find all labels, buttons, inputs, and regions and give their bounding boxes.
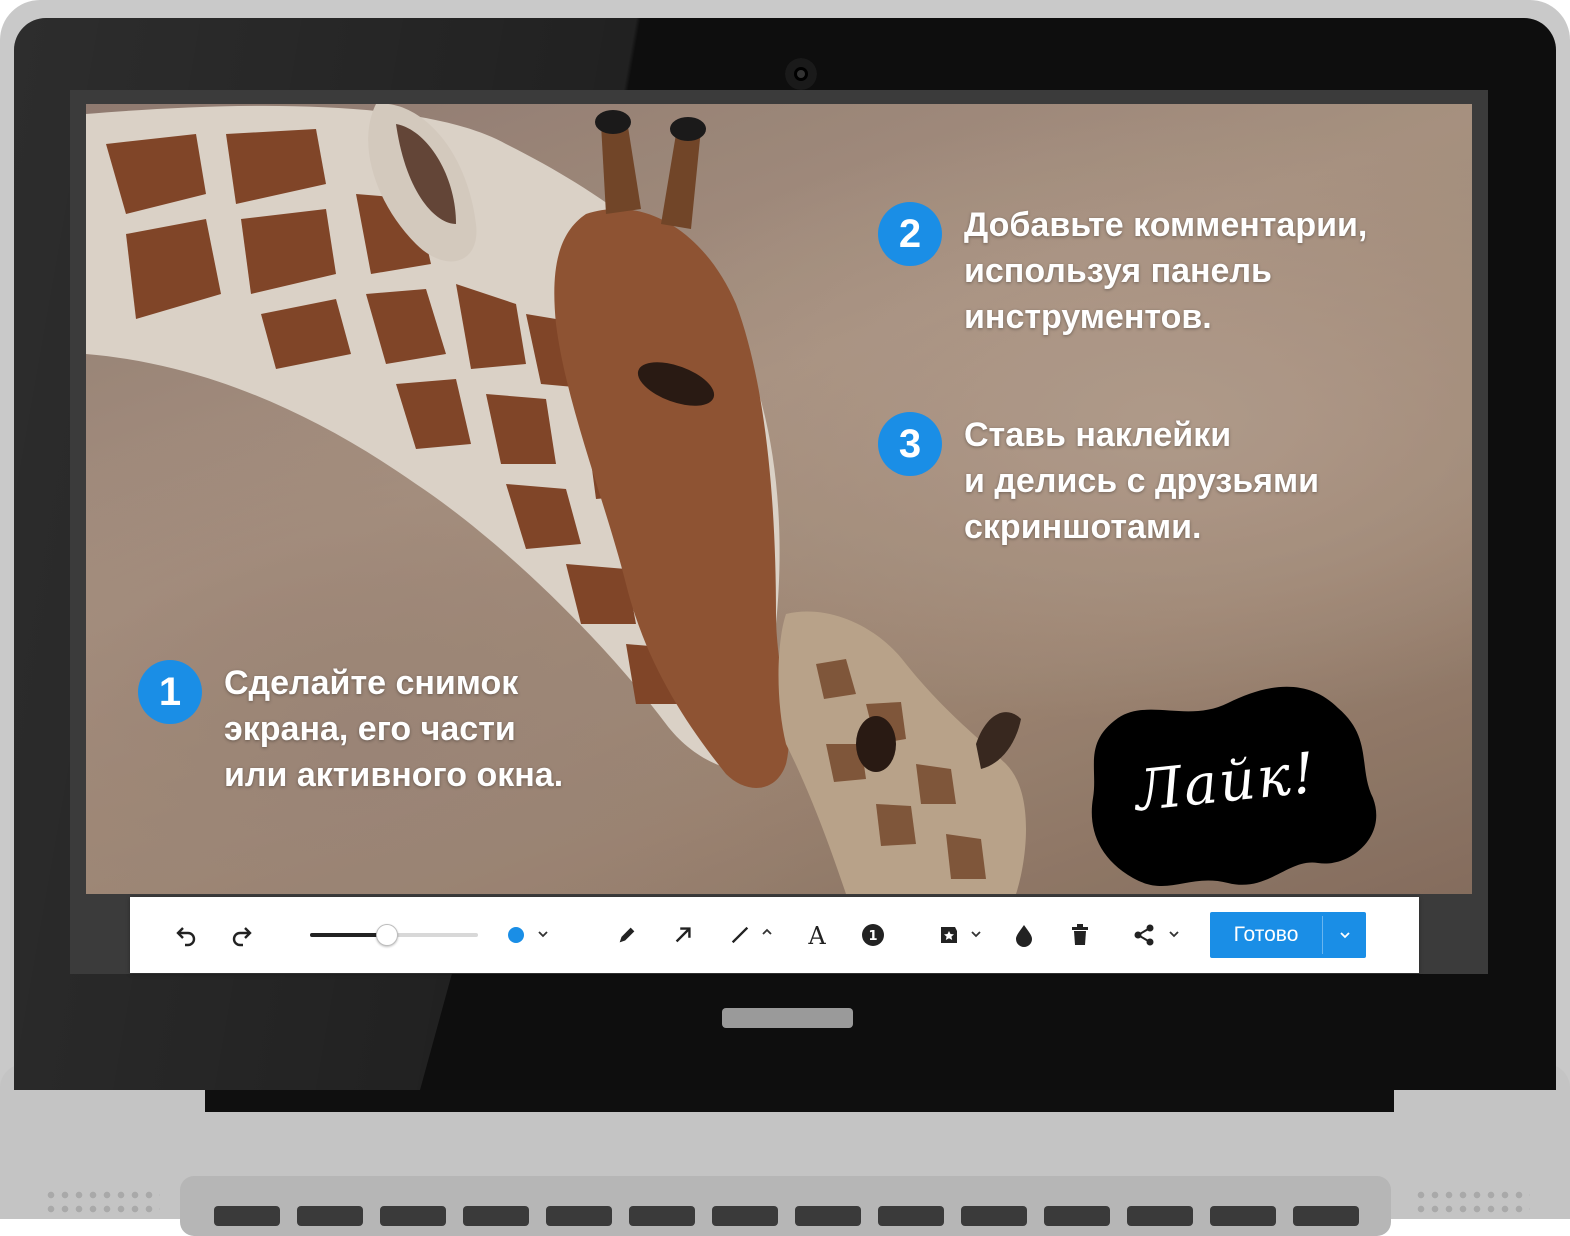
color-picker-swatch[interactable]: [508, 927, 524, 943]
lid-notch: [722, 1008, 853, 1028]
step-3: 3 Ставь наклейки и делись с друзьями скр…: [878, 412, 1319, 550]
chevron-down-icon: [1339, 932, 1350, 939]
step-number-badge: 3: [878, 412, 942, 476]
step-line: скриншотами.: [964, 508, 1202, 546]
keyboard-key: [297, 1206, 363, 1226]
redo-icon[interactable]: [226, 919, 258, 951]
step-line: экрана, его части: [224, 710, 516, 748]
done-button[interactable]: Готово: [1210, 912, 1366, 958]
step-line: инструментов.: [964, 298, 1212, 336]
step-number-badge: 2: [878, 202, 942, 266]
line-icon[interactable]: [724, 919, 756, 951]
step-line: используя панель: [964, 252, 1272, 290]
step-number-badge: 1: [138, 660, 202, 724]
step-line: и делись с друзьями: [964, 462, 1320, 500]
chevron-up-icon[interactable]: [760, 925, 774, 939]
step-2: 2 Добавьте комментарии, используя панель…: [878, 202, 1367, 340]
slider-thumb[interactable]: [375, 924, 398, 946]
keyboard-key: [1127, 1206, 1193, 1226]
step-line: Ставь наклейки: [964, 416, 1232, 454]
step-description: Ставь наклейки и делись с друзьями скрин…: [964, 412, 1319, 550]
step-line: Добавьте комментарии,: [964, 206, 1368, 244]
chevron-down-icon[interactable]: [969, 927, 983, 941]
text-icon[interactable]: A: [801, 919, 833, 951]
arrow-icon[interactable]: [667, 919, 699, 951]
step-1: 1 Сделайте снимок экрана, его части или …: [138, 660, 563, 798]
slider-fill: [310, 933, 386, 937]
brush-size-slider[interactable]: [310, 924, 478, 946]
keyboard-key: [546, 1206, 612, 1226]
keyboard-key: [629, 1206, 695, 1226]
svg-text:A: A: [807, 923, 826, 947]
webcam: [785, 58, 817, 90]
pencil-icon[interactable]: [611, 919, 643, 951]
blur-drop-icon[interactable]: [1008, 919, 1040, 951]
annotation-toolbar: A 1 Готово: [130, 897, 1419, 973]
step-line: Сделайте снимок: [224, 664, 519, 702]
chevron-down-icon[interactable]: [1167, 927, 1181, 941]
keyboard-key: [878, 1206, 944, 1226]
screen: 1 Сделайте снимок экрана, его части или …: [70, 90, 1488, 974]
keyboard-key: [214, 1206, 280, 1226]
keyboard-key: [1210, 1206, 1276, 1226]
number-marker-icon[interactable]: 1: [857, 919, 889, 951]
step-description: Сделайте снимок экрана, его части или ак…: [224, 660, 563, 798]
undo-icon[interactable]: [170, 919, 202, 951]
share-icon[interactable]: [1128, 919, 1160, 951]
done-button-label: Готово: [1233, 923, 1299, 946]
keyboard-key: [463, 1206, 529, 1226]
keyboard-key: [961, 1206, 1027, 1226]
keyboard-key: [712, 1206, 778, 1226]
svg-text:1: 1: [868, 929, 877, 944]
speaker-grille-right: [1414, 1188, 1530, 1218]
speaker-grille-left: [44, 1188, 160, 1218]
trash-icon[interactable]: [1064, 919, 1096, 951]
keyboard-key: [795, 1206, 861, 1226]
keyboard-key: [380, 1206, 446, 1226]
sticker-icon[interactable]: [933, 919, 965, 951]
step-line: или активного окна.: [224, 756, 564, 794]
keyboard-key: [1044, 1206, 1110, 1226]
keyboard-key: [1293, 1206, 1359, 1226]
step-description: Добавьте комментарии, используя панель и…: [964, 202, 1367, 340]
done-options-dropdown[interactable]: [1323, 912, 1366, 958]
chevron-down-icon[interactable]: [536, 927, 550, 941]
